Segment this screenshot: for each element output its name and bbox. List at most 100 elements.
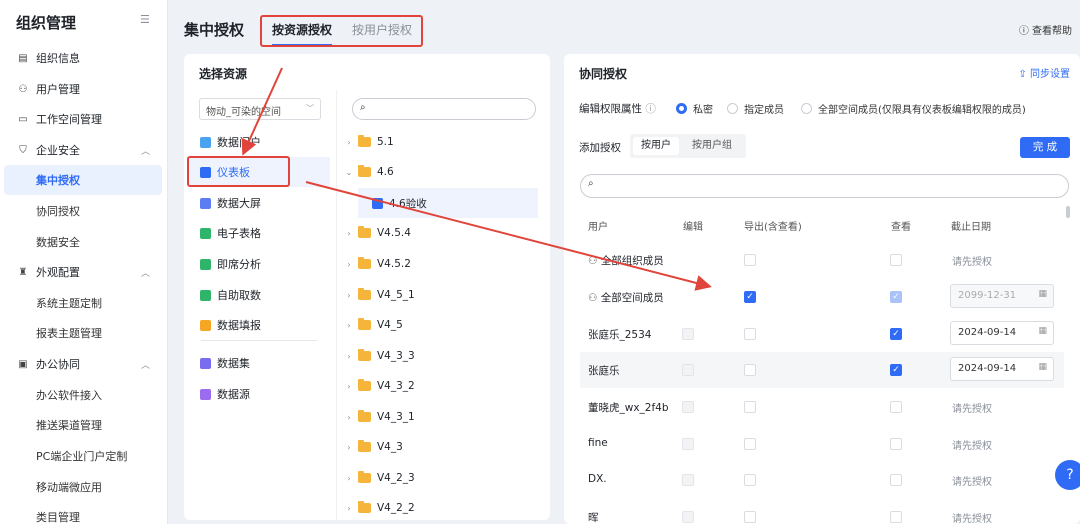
tree-node[interactable]: › V4.5.4 [340,218,540,248]
panel-divider [336,90,337,520]
export-checkbox[interactable] [744,364,756,376]
view-checkbox[interactable] [890,474,902,486]
resource-adhoc[interactable]: 即席分析 [188,249,330,279]
view-checkbox[interactable] [890,254,902,266]
export-checkbox[interactable] [744,511,756,523]
resource-spreadsheet[interactable]: 电子表格 [188,218,330,248]
seg-by-user[interactable]: 按用户 [633,137,679,155]
sidebar-item-workspace[interactable]: ▭ 工作空间管理 [4,104,162,134]
tree-node[interactable]: › V4_5 [340,310,540,340]
export-checkbox[interactable] [744,401,756,413]
collapse-menu-icon[interactable]: ☰ [140,14,152,26]
resource-self-service[interactable]: 自助取数 [188,280,330,310]
tree-node[interactable]: ⌄ 4.6 [340,157,540,187]
deadline-date-input[interactable]: 2024-09-14 ▦ [950,321,1054,345]
tree-node[interactable]: › 5.1 [340,127,540,157]
sidebar-item-pc-portal[interactable]: PC端企业门户定制 [4,441,162,471]
view-checkbox[interactable]: ✓ [890,328,902,340]
view-checkbox[interactable] [890,401,902,413]
deadline-pending: 请先授权 [952,514,992,524]
folder-icon [358,135,371,147]
sidebar-item-office[interactable]: ▣ 办公协同 ︿ [4,349,162,379]
folder-icon [358,257,371,269]
radio-specified-members[interactable]: 指定成员 [727,101,784,116]
sidebar-title: 组织管理 [16,14,77,32]
sidebar-item-category[interactable]: 类目管理 [4,502,162,524]
user-name: ⚇ 全部组织成员 [588,255,664,267]
export-checkbox[interactable] [744,474,756,486]
sidebar-item-mobile-app[interactable]: 移动端微应用 [4,472,162,502]
radio-private[interactable]: 私密 [676,101,713,116]
col-deadline: 截止日期 [951,222,991,233]
edit-attr-label: 编辑权限属性 ⓘ [579,103,656,115]
tree-node[interactable]: › V4_3_2 [340,371,540,401]
export-checkbox[interactable] [744,438,756,450]
folder-icon [358,349,371,361]
chevron-right-icon: › [347,320,351,330]
resource-dataset[interactable]: 数据集 [188,348,330,378]
user-name: 晖 [588,512,599,524]
tree-node[interactable]: › V4.5.2 [340,249,540,279]
chevron-down-icon: ⌄ [345,167,353,177]
folder-icon [358,288,371,300]
scrollbar[interactable] [1066,206,1070,218]
sync-settings-link[interactable]: ⇪ 同步设置 [1018,65,1070,80]
folder-icon [358,379,371,391]
radio-all-space-members[interactable]: 全部空间成员(仅限具有仪表板编辑权限的成员) [801,101,1026,116]
chevron-right-icon: › [347,351,351,361]
deadline-pending: 请先授权 [952,257,992,268]
tree-node[interactable]: › V4_2_3 [340,463,540,493]
chevron-right-icon: › [347,259,351,269]
chevron-right-icon: › [347,473,351,483]
sidebar-item-org-info[interactable]: ▤ 组织信息 [4,43,162,73]
tree-node-selected[interactable]: 4.6验收 [358,188,538,218]
help-link[interactable]: ⓘ 查看帮助 [1019,22,1072,37]
radio-dot [676,103,687,114]
users-icon: ⚇ [18,83,28,95]
sidebar-item-collab-auth[interactable]: 协同授权 [4,196,162,226]
workspace-icon: ▭ [18,113,28,125]
sidebar-item-appearance[interactable]: ♜ 外观配置 ︿ [4,257,162,287]
seg-by-group[interactable]: 按用户组 [684,137,740,155]
tree-node[interactable]: › V4_3_3 [340,341,540,371]
sidebar-item-push-channel[interactable]: 推送渠道管理 [4,410,162,440]
deadline-date-input[interactable]: 2024-09-14 ▦ [950,357,1054,381]
tree-search-input[interactable]: ⌕ [352,98,536,120]
chevron-right-icon: › [347,412,351,422]
resource-big-screen[interactable]: 数据大屏 [188,188,330,218]
sidebar: 组织管理 ☰ ▤ 组织信息 ⚇ 用户管理 ▭ 工作空间管理 ⛉ 企业安全 ︿ 集中授权 协… [0,0,168,524]
table-row: 董晓虎_wx_2f4b 请先授权 [580,389,1064,425]
done-button[interactable]: 完 成 [1020,137,1070,158]
info-icon: ⓘ [645,103,656,115]
resource-fill[interactable]: 数据填报 [188,310,330,340]
sidebar-item-office-software[interactable]: 办公软件接入 [4,380,162,410]
table-row: 张庭乐_2534 ✓ 2024-09-14 ▦ [580,316,1064,352]
collab-auth-panel: 协同授权 ⇪ 同步设置 编辑权限属性 ⓘ 私密 指定成员 全部空间成员(仅限具有… [564,54,1080,524]
resource-datasource[interactable]: 数据源 [188,379,330,409]
sidebar-item-data-security[interactable]: 数据安全 [4,227,162,257]
sidebar-item-system-theme[interactable]: 系统主题定制 [4,288,162,318]
view-checkbox[interactable] [890,438,902,450]
export-checkbox[interactable]: ✓ [744,291,756,303]
view-checkbox[interactable] [890,511,902,523]
export-checkbox[interactable] [744,254,756,266]
sidebar-item-security[interactable]: ⛉ 企业安全 ︿ [4,135,162,165]
view-checkbox[interactable]: ✓ [890,364,902,376]
workspace-select[interactable]: 物动_可染的空间 ﹀ [199,98,321,120]
view-checkbox: ✓ [890,291,902,303]
user-search-input[interactable]: ⌕ [580,174,1069,198]
resource-portal[interactable]: 数据门户 [188,127,330,157]
help-fab-button[interactable]: ? [1055,460,1080,490]
tree-node[interactable]: › V4_2_2 [340,493,540,523]
tree-node[interactable]: › V4_3_1 [340,402,540,432]
shield-icon: ⛉ [19,144,27,156]
export-checkbox[interactable] [744,328,756,340]
tree-node[interactable]: › V4_5_1 [340,280,540,310]
chevron-right-icon: › [347,290,351,300]
sidebar-item-report-theme[interactable]: 报表主题管理 [4,318,162,348]
deadline-pending: 请先授权 [952,441,992,452]
tree-node[interactable]: › V4_3 [340,432,540,462]
folder-icon [358,501,371,513]
sidebar-item-central-auth[interactable]: 集中授权 [4,165,162,195]
sidebar-item-users[interactable]: ⚇ 用户管理 [4,74,162,104]
